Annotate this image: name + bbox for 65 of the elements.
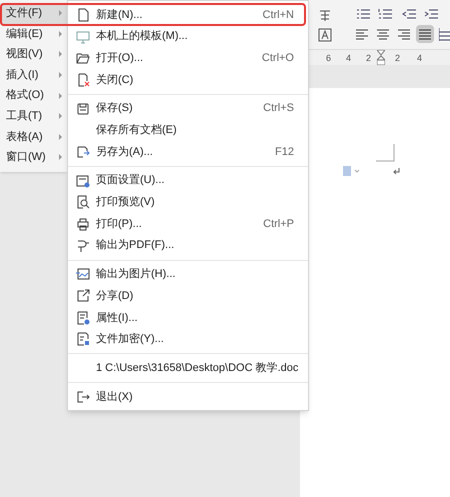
- shortcut-label: Ctrl+N: [262, 8, 294, 23]
- menu-item[interactable]: 打印预览(V): [68, 192, 308, 214]
- menu-item[interactable]: 输出为PDF(F)...: [68, 234, 308, 257]
- folder-icon: [76, 51, 90, 66]
- menu-item[interactable]: 新建(N)... Ctrl+N: [68, 4, 308, 26]
- menu-bar-item[interactable]: 工具(T): [0, 106, 67, 127]
- align-right-icon[interactable]: [398, 29, 410, 40]
- distributed-align-icon[interactable]: [439, 28, 450, 41]
- menu-bar-item[interactable]: 窗口(W): [0, 147, 67, 168]
- menu-item[interactable]: 保存(S) Ctrl+S: [68, 98, 308, 120]
- menu-item[interactable]: 分享(D): [68, 285, 308, 307]
- chevron-right-icon: [59, 113, 63, 120]
- menu-item[interactable]: 1 C:\Users\31658\Desktop\DOC 教学.doc: [68, 357, 308, 379]
- menu-bar-item[interactable]: 编辑(E): [0, 24, 67, 44]
- exit-icon: [76, 390, 90, 404]
- ruler-number: 4: [417, 52, 422, 65]
- page-cross-icon: [76, 72, 90, 87]
- menu-item[interactable]: 输出为图片(H)...: [68, 264, 308, 286]
- menu-item[interactable]: 属性(I)...: [68, 306, 308, 329]
- chevron-right-icon: [59, 51, 63, 58]
- ruler-number: 2: [366, 52, 372, 65]
- justify-icon[interactable]: [416, 25, 434, 43]
- magnifier-page-icon: [76, 195, 90, 210]
- shortcut-label: Ctrl+S: [263, 101, 294, 116]
- margin-corner-icon: [376, 144, 395, 162]
- monitor-icon: [76, 30, 90, 44]
- menu-bar-item[interactable]: 插入(I): [0, 64, 67, 86]
- menu-item[interactable]: 打开(O)... Ctrl+O: [68, 47, 308, 70]
- chevron-right-icon: [59, 92, 63, 99]
- ruler-number: 2: [395, 52, 400, 65]
- menu-item[interactable]: 打印(P)... Ctrl+P: [68, 213, 308, 235]
- menu-bar-item[interactable]: 表格(A): [0, 126, 67, 148]
- picture-export-icon: [76, 267, 90, 282]
- menu-bar-item[interactable]: 视图(V): [0, 44, 67, 65]
- menu-item[interactable]: 页面设置(U)...: [68, 170, 308, 192]
- chevron-right-icon: [59, 134, 63, 140]
- indent-marker-icon[interactable]: [377, 50, 385, 65]
- menu-item[interactable]: 文件加密(Y)...: [68, 328, 308, 350]
- bullet-list-icon[interactable]: [356, 8, 370, 20]
- page-arrow-icon: [76, 144, 90, 159]
- chevron-right-icon: [59, 30, 63, 37]
- blank-page-icon: [76, 8, 90, 22]
- increase-indent-icon[interactable]: [424, 8, 438, 20]
- share-icon: [76, 289, 90, 304]
- character-border-icon[interactable]: [318, 28, 332, 42]
- paragraph-mark-icon: [393, 168, 400, 175]
- numbered-list-icon[interactable]: [378, 8, 392, 20]
- chevron-right-icon: [59, 72, 63, 78]
- chevron-right-icon: [59, 10, 63, 16]
- menu-item[interactable]: 本机上的模板(M)...: [68, 26, 308, 48]
- shortcut-label: F12: [275, 144, 294, 160]
- ruler-number: 4: [346, 52, 352, 65]
- shortcut-label: Ctrl+O: [262, 50, 294, 66]
- menu-item[interactable]: 关闭(C): [68, 69, 308, 91]
- menu-item[interactable]: 退出(X): [68, 386, 308, 408]
- menu-item[interactable]: 保存所有文档(E): [68, 119, 308, 142]
- ruler-number: 6: [326, 52, 332, 65]
- chevron-right-icon: [59, 154, 63, 160]
- menu-bar-item[interactable]: 格式(O): [0, 85, 67, 106]
- shortcut-label: Ctrl+P: [263, 216, 294, 232]
- align-left-icon[interactable]: [356, 29, 368, 40]
- align-center-icon[interactable]: [377, 29, 389, 40]
- menu-item[interactable]: 另存为(A)... F12: [68, 141, 308, 163]
- decrease-indent-icon[interactable]: [402, 8, 416, 20]
- printer-icon: [76, 217, 90, 232]
